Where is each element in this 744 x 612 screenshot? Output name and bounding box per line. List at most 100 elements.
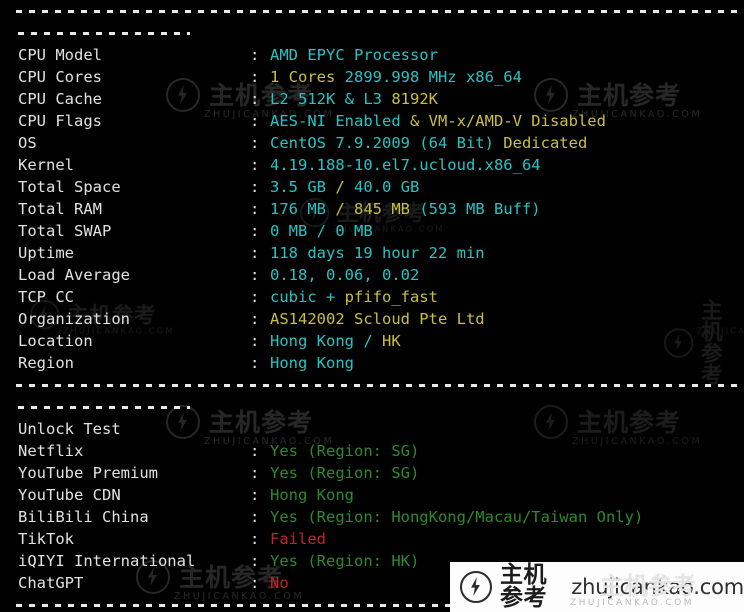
field-colon: : (250, 200, 260, 218)
watermark-badge-brand: 主机参考 (500, 562, 547, 611)
system-info-row: Load Average:0.18, 0.06, 0.02 (0, 264, 744, 286)
unlock-test-value: Yes (Region: HongKong/Macau/Taiwan Only) (270, 506, 643, 528)
system-info-label: Total RAM (18, 200, 102, 218)
separator-rule-short (0, 22, 744, 44)
system-info-value-segment: 0.18, 0.06, 0.02 (270, 266, 420, 284)
field-colon: : (250, 508, 260, 526)
unlock-test-value-segment: Yes (Region: SG) (270, 464, 420, 482)
system-info-value: Hong Kong (270, 352, 354, 374)
system-info-row: Location: Hong Kong / HK (0, 330, 744, 352)
system-info-row: CPU Cache: L2 512K & L3 8192K (0, 88, 744, 110)
unlock-test-value-segment: Hong Kong (270, 486, 354, 504)
field-colon: : (250, 178, 260, 196)
system-info-row: Total SWAP:0 MB / 0 MB (0, 220, 744, 242)
system-info-value: AES-NI Enabled & VM-x/AMD-V Disabled (270, 110, 606, 132)
watermark-badge-ghost-text: 主机参考 (600, 572, 696, 600)
system-info-label: Load Average (18, 266, 130, 284)
system-info-block: CPU Model: AMD EPYC Processor CPU Cores:1 … (0, 44, 744, 374)
system-info-value-segment: (593 MB Buff) (419, 200, 541, 218)
system-info-value-segment: AES-NI Enabled (270, 112, 410, 130)
system-info-value-segment: L2 512K & L3 (270, 90, 392, 108)
field-colon: : (250, 552, 260, 570)
field-colon: : (250, 266, 260, 284)
system-info-value: 3.5 GB / 40.0 GB (270, 176, 419, 198)
system-info-value-segment: 0 MB / 0 MB (270, 222, 373, 240)
field-colon: : (250, 486, 260, 504)
unlock-test-label: ChatGPT (18, 574, 84, 592)
system-info-value-segment: Hong Kong / (270, 332, 382, 350)
unlock-test-label: Netflix (18, 442, 84, 460)
system-info-row: CPU Model: AMD EPYC Processor (0, 44, 744, 66)
unlock-test-value: Failed (270, 528, 326, 550)
system-info-value: cubic + pfifo_fast (270, 286, 438, 308)
system-info-label: OS (18, 134, 37, 152)
separator-rule-short (0, 396, 744, 418)
system-info-value-segment: 1 Cores (270, 68, 345, 86)
system-info-value-segment: AMD EPYC Processor (270, 46, 438, 64)
unlock-test-header-row: Unlock Test (0, 418, 744, 440)
unlock-test-value-segment: Yes (Region: HK) (270, 552, 420, 570)
field-colon: : (250, 442, 260, 460)
unlock-test-row: TikTok: Failed (0, 528, 744, 550)
system-info-row: Kernel:4.19.188-10.el7.ucloud.x86_64 (0, 154, 744, 176)
system-info-value: 0 MB / 0 MB (270, 220, 373, 242)
system-info-label: Region (18, 354, 74, 372)
field-colon: : (250, 156, 260, 174)
system-info-value-segment: Hong Kong (270, 354, 354, 372)
system-info-value-segment: / (335, 178, 354, 196)
system-info-row: OS: CentOS 7.9.2009 (64 Bit) Dedicated (0, 132, 744, 154)
field-colon: : (250, 90, 260, 108)
unlock-test-row: YouTube CDN: Hong Kong (0, 484, 744, 506)
unlock-test-row: BiliBili China: Yes (Region: HongKong/Mac… (0, 506, 744, 528)
system-info-value: 4.19.188-10.el7.ucloud.x86_64 (270, 154, 541, 176)
system-info-label: Kernel (18, 156, 74, 174)
system-info-value-segment: 40.0 GB (354, 178, 420, 196)
unlock-test-label: iQIYI International (18, 552, 196, 570)
system-info-label: Location (18, 332, 93, 350)
field-colon: : (250, 46, 260, 64)
system-info-value-segment: HK (381, 332, 401, 350)
field-colon: : (250, 574, 260, 592)
system-info-value-segment: pfifo_fast (344, 288, 438, 306)
system-info-row: Region: Hong Kong (0, 352, 744, 374)
field-colon: : (250, 68, 260, 86)
system-info-value-segment: 3.5 GB (270, 178, 336, 196)
system-info-value: 118 days 19 hour 22 min (270, 242, 485, 264)
system-info-value: Hong Kong / HK (270, 330, 401, 352)
system-info-label: Total Space (18, 178, 121, 196)
field-colon: : (250, 464, 260, 482)
system-info-label: CPU Cores (18, 68, 102, 86)
watermark-badge-sub: ZHUJICANKAO.COM (570, 598, 694, 608)
system-info-value-segment: Dedicated (503, 134, 588, 152)
unlock-test-label: TikTok (18, 530, 74, 548)
system-info-label: TCP CC (18, 288, 74, 306)
system-info-row: Total RAM:176 MB / 845 MB (593 MB Buff) (0, 198, 744, 220)
unlock-test-value-segment: Yes (Region: HongKong/Macau/Taiwan Only) (270, 508, 644, 526)
unlock-test-row: Netflix: Yes (Region: SG) (0, 440, 744, 462)
field-colon: : (250, 134, 260, 152)
unlock-test-value-segment: Yes (Region: SG) (270, 442, 420, 460)
system-info-label: CPU Flags (18, 112, 102, 130)
field-colon: : (250, 222, 260, 240)
terminal-window: 主机参考 ZHUJICANKAO.COM 主机参考 ZHUJICANKAO.CO… (0, 0, 744, 612)
system-info-label: Organization (18, 310, 130, 328)
unlock-test-value-segment: No (270, 574, 289, 592)
field-colon: : (250, 332, 260, 350)
system-info-row: TCP CC: cubic + pfifo_fast (0, 286, 744, 308)
unlock-test-header-label: Unlock Test (18, 420, 121, 438)
system-info-row: CPU Cores:1 Cores 2899.998 MHz x86_64 (0, 66, 744, 88)
system-info-row: Organization: AS142002 Scloud Pte Ltd (0, 308, 744, 330)
system-info-value-segment: CentOS 7.9.2009 (64 Bit) (270, 134, 504, 152)
field-colon: : (250, 354, 260, 372)
unlock-test-row: YouTube Premium: Yes (Region: SG) (0, 462, 744, 484)
system-info-value-segment: 176 MB (270, 200, 336, 218)
system-info-value: CentOS 7.9.2009 (64 Bit) Dedicated (270, 132, 587, 154)
unlock-test-label: YouTube CDN (18, 486, 121, 504)
system-info-value-segment: & VM-x/AMD-V Disabled (409, 112, 606, 130)
field-colon: : (250, 288, 260, 306)
field-colon: : (250, 112, 260, 130)
unlock-test-value-segment: Failed (270, 530, 326, 548)
system-info-row: Uptime:118 days 19 hour 22 min (0, 242, 744, 264)
unlock-test-value: Yes (Region: SG) (270, 440, 419, 462)
unlock-test-value: Yes (Region: HK) (270, 550, 419, 572)
